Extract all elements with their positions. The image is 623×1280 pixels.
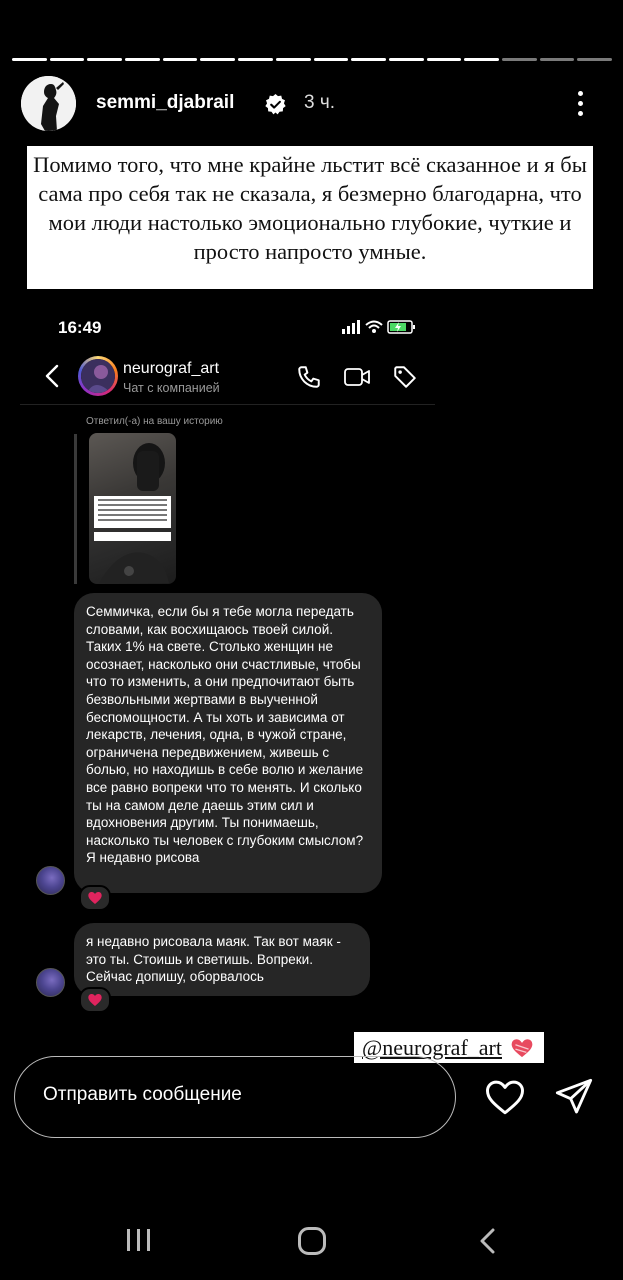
video-call-icon[interactable] (343, 364, 371, 390)
wifi-icon (365, 320, 383, 329)
battery-icon (387, 320, 415, 334)
story-username[interactable]: semmi_djabrail (96, 92, 234, 114)
progress-segment (464, 58, 499, 61)
story-progress-bar (12, 58, 612, 61)
heart-sticker-icon (510, 1037, 534, 1059)
reply-input-container[interactable] (14, 1056, 456, 1138)
recent-apps-icon[interactable] (126, 1228, 152, 1252)
progress-segment (275, 58, 311, 61)
story-thumbnail-text (94, 496, 171, 528)
reaction-heart[interactable] (79, 987, 111, 1013)
progress-segment (501, 58, 537, 61)
system-nav-bar (0, 1220, 623, 1264)
progress-segment (426, 58, 462, 61)
back-icon[interactable] (478, 1228, 498, 1254)
send-icon[interactable] (553, 1077, 595, 1117)
sender-avatar[interactable] (36, 866, 65, 895)
progress-segment (351, 58, 386, 61)
chat-name: neurograf_art (123, 360, 220, 377)
progress-segment (238, 58, 273, 61)
progress-segment (577, 58, 612, 61)
reply-quote-bar (74, 434, 77, 584)
chat-avatar[interactable] (78, 356, 118, 396)
progress-segment (49, 58, 85, 61)
progress-segment (539, 58, 575, 61)
heart-reaction-icon (88, 892, 102, 904)
tag-icon[interactable] (392, 364, 418, 390)
chat-subtitle: Чат с компанией (123, 381, 220, 395)
like-heart-icon[interactable] (484, 1077, 526, 1117)
reaction-heart[interactable] (79, 885, 111, 911)
reply-input[interactable] (41, 1083, 425, 1107)
progress-segment (125, 58, 160, 61)
user-avatar[interactable] (21, 76, 76, 131)
progress-segment (162, 58, 198, 61)
signal-icon (342, 320, 360, 334)
back-arrow-icon[interactable] (44, 364, 60, 388)
verified-badge-icon (265, 93, 286, 115)
story-caption-box: Помимо того, что мне крайне льстит всё с… (27, 146, 593, 289)
replied-to-story-label: Ответил(-а) на вашу историю (86, 416, 223, 427)
heart-reaction-icon (88, 994, 102, 1006)
phone-call-icon[interactable] (296, 364, 322, 390)
progress-segment (200, 58, 236, 61)
message-bubble: Семмичка, если бы я тебе могла передать … (74, 593, 382, 893)
status-icons (342, 318, 418, 341)
progress-segment (12, 58, 47, 61)
story-thumbnail-text (94, 532, 171, 541)
story-header: semmi_djabrail 3 ч. (0, 76, 623, 132)
story-time: 3 ч. (304, 92, 336, 113)
story-thumbnail[interactable] (89, 433, 176, 584)
home-icon[interactable] (297, 1226, 327, 1256)
progress-segment (388, 58, 424, 61)
chat-header: neurograf_art Чат с компанией (20, 352, 435, 405)
embedded-status-bar: 16:49 (58, 316, 418, 340)
more-options-icon[interactable] (570, 88, 590, 120)
progress-segment (313, 58, 349, 61)
progress-segment (87, 58, 123, 61)
message-bubble: я недавно рисовала маяк. Так вот маяк - … (74, 923, 370, 996)
status-clock: 16:49 (58, 318, 102, 337)
sender-avatar[interactable] (36, 968, 65, 997)
